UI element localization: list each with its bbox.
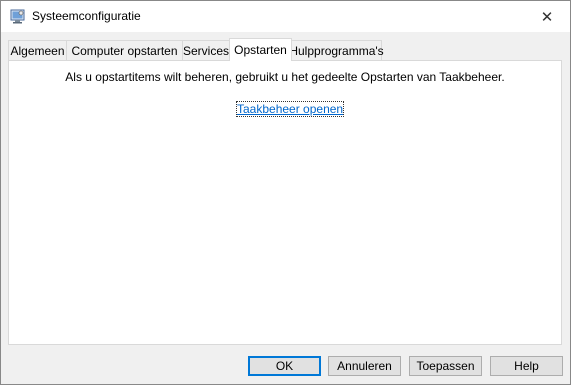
tab-label: Computer opstarten <box>71 43 178 58</box>
cancel-button[interactable]: Annuleren <box>328 356 401 376</box>
title-bar[interactable]: Systeemconfiguratie ✕ <box>1 1 570 32</box>
startup-info-message: Als u opstartitems wilt beheren, gebruik… <box>65 70 505 84</box>
tab-label: Algemeen <box>10 43 65 58</box>
tab-label: Hulpprogramma's <box>289 43 384 58</box>
tab-services[interactable]: Services <box>182 40 230 60</box>
help-button[interactable]: Help <box>490 356 563 376</box>
tab-label: Opstarten <box>234 43 287 57</box>
ok-button[interactable]: OK <box>248 356 321 376</box>
window-title: Systeemconfiguratie <box>32 9 141 23</box>
tab-algemeen[interactable]: Algemeen <box>8 40 67 60</box>
tab-hulpprogrammas[interactable]: Hulpprogramma's <box>289 40 384 60</box>
tab-label: Services <box>183 43 230 58</box>
apply-button[interactable]: Toepassen <box>409 356 482 376</box>
close-icon: ✕ <box>540 8 554 26</box>
close-button[interactable]: ✕ <box>524 1 570 32</box>
startup-tab-panel: Als u opstartitems wilt beheren, gebruik… <box>8 60 562 345</box>
tab-computer-opstarten[interactable]: Computer opstarten <box>66 40 183 60</box>
tab-opstarten[interactable]: Opstarten <box>229 38 292 61</box>
msconfig-icon <box>10 9 25 24</box>
system-configuration-window: Systeemconfiguratie ✕ Algemeen Computer … <box>0 0 571 385</box>
open-task-manager-link[interactable]: Taakbeheer openen <box>235 101 345 117</box>
